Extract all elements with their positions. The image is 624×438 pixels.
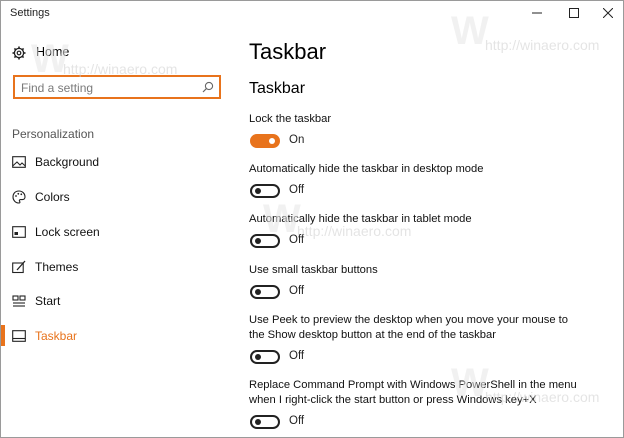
minimize-button[interactable] <box>520 1 554 25</box>
sidebar-item-taskbar[interactable]: Taskbar <box>1 323 233 349</box>
main-content: Taskbar Taskbar Lock the taskbar On Auto… <box>233 27 623 437</box>
toggle-switch[interactable] <box>250 350 280 364</box>
close-button[interactable] <box>591 1 624 25</box>
setting-powershell: Replace Command Prompt with Windows Powe… <box>249 378 579 434</box>
gear-icon <box>12 46 26 60</box>
title-bar: Settings <box>1 1 623 27</box>
toggle-switch[interactable] <box>250 285 280 299</box>
toggle-state: Off <box>289 234 305 246</box>
setting-label: Automatically hide the taskbar in deskto… <box>249 163 484 175</box>
setting-label: Use Peek to preview the desktop when you… <box>249 314 569 341</box>
toggle-state: On <box>289 134 305 146</box>
toggle-knob <box>255 188 261 194</box>
setting-autohide-desktop: Automatically hide the taskbar in deskto… <box>249 162 579 203</box>
maximize-button[interactable] <box>557 1 591 25</box>
window-title: Settings <box>10 7 50 19</box>
sidebar-item-label: Colors <box>35 190 70 204</box>
sidebar-item-label: Background <box>35 155 100 169</box>
setting-lock-taskbar: Lock the taskbar On <box>249 112 579 153</box>
toggle-state: Off <box>289 285 305 297</box>
sidebar-item-home-label: Home <box>36 45 70 59</box>
setting-small-buttons: Use small taskbar buttons Off <box>249 263 579 304</box>
sidebar-item-label: Start <box>35 294 61 308</box>
search-input[interactable] <box>21 79 201 96</box>
search-box[interactable] <box>13 75 221 99</box>
close-icon <box>603 8 613 18</box>
toggle-switch[interactable] <box>250 415 280 429</box>
toggle-knob <box>269 138 275 144</box>
sidebar-item-themes[interactable]: Themes <box>1 254 233 280</box>
toggle-state: Off <box>289 184 305 196</box>
sidebar-item-colors[interactable]: Colors <box>1 184 233 210</box>
settings-window: Settings Home Find a setting Personaliza… <box>0 0 624 438</box>
search-icon <box>202 81 214 93</box>
sidebar: Home Personalization Background Colors <box>1 27 233 437</box>
lock-screen-icon <box>12 226 26 238</box>
maximize-icon <box>569 8 579 18</box>
toggle-knob <box>255 289 261 295</box>
toggle-switch[interactable] <box>250 184 280 198</box>
background-icon <box>12 156 26 168</box>
setting-autohide-tablet: Automatically hide the taskbar in tablet… <box>249 212 579 253</box>
palette-icon <box>12 190 26 204</box>
setting-use-peek: Use Peek to preview the desktop when you… <box>249 313 579 369</box>
sidebar-item-home[interactable]: Home <box>1 41 233 65</box>
sidebar-item-label: Taskbar <box>35 329 78 343</box>
active-indicator <box>1 325 5 346</box>
toggle-knob <box>255 419 261 425</box>
themes-icon <box>12 260 26 274</box>
setting-label: Replace Command Prompt with Windows Powe… <box>249 379 577 406</box>
section-label-personalization: Personalization <box>12 127 95 141</box>
sidebar-item-start[interactable]: Start <box>1 288 233 314</box>
toggle-state: Off <box>289 415 305 427</box>
toggle-switch[interactable] <box>250 134 280 148</box>
page-title: Taskbar <box>249 39 327 64</box>
sidebar-item-label: Themes <box>35 260 79 274</box>
setting-label: Use small taskbar buttons <box>249 264 378 276</box>
taskbar-icon <box>12 330 26 342</box>
toggle-knob <box>255 238 261 244</box>
sidebar-item-label: Lock screen <box>35 225 100 239</box>
setting-label: Automatically hide the taskbar in tablet… <box>249 213 472 225</box>
toggle-switch[interactable] <box>250 234 280 248</box>
setting-label: Lock the taskbar <box>249 113 332 125</box>
section-header: Taskbar <box>249 80 306 97</box>
sidebar-item-background[interactable]: Background <box>1 149 233 175</box>
minimize-icon <box>532 12 542 14</box>
start-icon <box>12 295 26 307</box>
toggle-knob <box>255 354 261 360</box>
sidebar-item-lock-screen[interactable]: Lock screen <box>1 219 233 245</box>
toggle-state: Off <box>289 350 305 362</box>
